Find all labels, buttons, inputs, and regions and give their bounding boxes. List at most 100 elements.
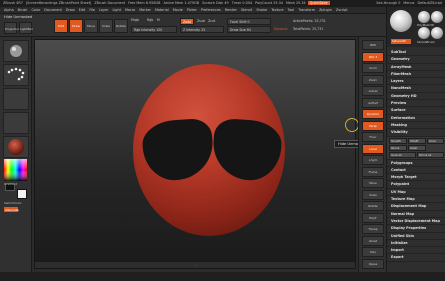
- shelf-spix-3-button[interactable]: SPix 3: [362, 51, 384, 62]
- zadd-toggle[interactable]: Zadd: [180, 18, 194, 25]
- shelf-solo-button[interactable]: Solo: [362, 247, 384, 257]
- menu-document[interactable]: Document: [44, 8, 62, 12]
- menu-alpha[interactable]: Alpha: [4, 8, 14, 12]
- shelf-actual-button[interactable]: Actual: [362, 86, 384, 96]
- alpha-slot[interactable]: [3, 88, 29, 110]
- shelf-dynamic-button[interactable]: Dynamic: [362, 109, 384, 119]
- title-right-item[interactable]: DefaultZScript: [417, 1, 442, 5]
- subpalette-initialize[interactable]: Initialize: [387, 240, 445, 248]
- subpalette-normal-map[interactable]: Normal Map: [387, 211, 445, 218]
- brush-slot[interactable]: [3, 40, 29, 62]
- rgb-toggle[interactable]: Rgb: [147, 18, 153, 22]
- focal-shift-slider[interactable]: Focal Shift 0: [227, 18, 271, 25]
- main-color-swatch[interactable]: [17, 189, 27, 199]
- subpalette-layers[interactable]: Layers: [387, 78, 445, 86]
- menu-zscript[interactable]: Zscript: [336, 8, 348, 12]
- shelf-l-sym-button[interactable]: L.Sym: [362, 155, 384, 165]
- red-sphere-model[interactable]: [133, 64, 285, 236]
- shelf-move-button[interactable]: Move: [362, 178, 384, 188]
- gradient-label[interactable]: Gradient: [4, 182, 17, 186]
- subpalette-uv-map[interactable]: UV Map: [387, 189, 445, 197]
- visibility-grow-all-button[interactable]: Grow All: [389, 151, 416, 158]
- menu-edit[interactable]: Edit: [79, 8, 86, 12]
- title-right-item[interactable]: See-through 0: [376, 1, 400, 5]
- subpalette-polygroups[interactable]: Polygroups: [387, 160, 445, 167]
- z-intensity-slider[interactable]: Z Intensity 25: [180, 26, 224, 33]
- shelf-frame-button[interactable]: Frame: [362, 166, 384, 177]
- canvas-scrollbar[interactable]: ·····: [35, 262, 355, 268]
- subpalette-polypaint[interactable]: Polypaint: [387, 181, 445, 189]
- draw-size-slider[interactable]: Draw Size 64: [227, 26, 271, 33]
- visibility-hidept-button[interactable]: HidePt: [408, 137, 426, 144]
- shelf-bpr-button[interactable]: BPR: [362, 40, 384, 50]
- draw-button[interactable]: Draw: [69, 19, 83, 33]
- zcut-toggle[interactable]: Zcut: [208, 19, 215, 23]
- subpalette-displacement-map[interactable]: Displacement Map: [387, 203, 445, 211]
- menu-zplugin[interactable]: Zplugin: [319, 8, 332, 12]
- color-picker[interactable]: [4, 159, 27, 181]
- shelf-transp-button[interactable]: Transp: [362, 224, 384, 234]
- canvas-viewport[interactable]: ·····: [34, 39, 356, 269]
- sphere3d-thumbnail[interactable]: [390, 10, 412, 32]
- visibility-shrink-button[interactable]: Shrink: [389, 144, 407, 151]
- quicksave-button[interactable]: QuickSave: [307, 1, 330, 5]
- material-slot[interactable]: [3, 136, 29, 158]
- subpalette-preview[interactable]: Preview: [387, 100, 445, 108]
- m-toggle[interactable]: M: [157, 18, 160, 22]
- switchcolor-label[interactable]: SwitchColor: [4, 201, 22, 205]
- subpalette-geometry[interactable]: Geometry: [387, 56, 445, 64]
- edit-button[interactable]: Edit: [54, 19, 68, 33]
- mrgb-toggle[interactable]: Mrgb: [131, 18, 139, 22]
- shelf-persp-button[interactable]: Persp: [362, 120, 384, 131]
- shelf-floor-button[interactable]: Floor: [362, 132, 384, 142]
- scale-button[interactable]: Scale: [99, 19, 113, 33]
- subpalette-display-properties[interactable]: Display Properties: [387, 225, 445, 233]
- menu-color[interactable]: Color: [31, 8, 40, 12]
- subpalette-visibility[interactable]: Visibility: [387, 129, 445, 137]
- projection-master-button[interactable]: Projection Master: [4, 22, 20, 44]
- menu-movie[interactable]: Movie: [173, 8, 183, 12]
- subpalette-vector-displacement-map[interactable]: Vector Displacement Map: [387, 218, 445, 226]
- zsub-toggle[interactable]: Zsub: [197, 19, 205, 23]
- menu-preferences[interactable]: Preferences: [201, 8, 221, 12]
- visibility-shrink-all-button[interactable]: Shrink All: [417, 151, 444, 158]
- visibility-outer-button[interactable]: Outer: [408, 144, 426, 151]
- texture-slot[interactable]: [3, 112, 29, 134]
- dynamic-toggle[interactable]: Dynamic: [274, 27, 288, 31]
- subpalette-masking[interactable]: Masking: [387, 122, 445, 130]
- menu-render[interactable]: Render: [225, 8, 237, 12]
- rgb-intensity-slider[interactable]: Rgb Intensity 100: [131, 26, 177, 33]
- subpalette-arraymesh[interactable]: ArrayMesh: [387, 64, 445, 71]
- shelf-rotate-button[interactable]: Rotate: [362, 201, 384, 211]
- sphere-small-thumbnail[interactable]: [431, 11, 443, 23]
- subpalette-subtool[interactable]: SubTool: [387, 49, 445, 57]
- menu-layer[interactable]: Layer: [99, 8, 108, 12]
- menu-light[interactable]: Light: [112, 8, 120, 12]
- simplebrush-thumbnail[interactable]: [418, 27, 430, 39]
- subpalette-fibermesh[interactable]: FiberMesh: [387, 71, 445, 79]
- menu-brush[interactable]: Brush: [18, 8, 28, 12]
- rotate-button[interactable]: Rotate: [114, 19, 128, 33]
- stroke-slot[interactable]: [3, 64, 29, 86]
- menu-texture[interactable]: Texture: [271, 8, 283, 12]
- move-button[interactable]: Move: [84, 19, 98, 33]
- subpalette-unified-skin[interactable]: Unified Skin: [387, 233, 445, 240]
- shelf-xpose-button[interactable]: Xpose: [362, 258, 384, 269]
- shelf-scale-button[interactable]: Scale: [362, 189, 384, 200]
- subpalette-export[interactable]: Export: [387, 254, 445, 262]
- menu-stencil[interactable]: Stencil: [241, 8, 252, 12]
- menu-stroke[interactable]: Stroke: [256, 8, 267, 12]
- menu-transform[interactable]: Transform: [298, 8, 315, 12]
- shelf-aahalf-button[interactable]: AAHalf: [362, 97, 384, 108]
- menu-marker[interactable]: Marker: [139, 8, 151, 12]
- subpalette-import[interactable]: Import: [387, 247, 445, 255]
- lightbox-button[interactable]: LightBox: [19, 22, 33, 34]
- subpalette-surface[interactable]: Surface: [387, 107, 445, 115]
- shelf-ghost-button[interactable]: Ghost: [362, 235, 384, 246]
- subpalette-geometry-hd[interactable]: Geometry HD: [387, 93, 445, 101]
- polymesh-thumbnail[interactable]: [418, 11, 430, 23]
- menu-draw[interactable]: Draw: [66, 8, 75, 12]
- menu-tool[interactable]: Tool: [288, 8, 295, 12]
- menu-picker[interactable]: Picker: [187, 8, 197, 12]
- subpalette-deformation[interactable]: Deformation: [387, 115, 445, 122]
